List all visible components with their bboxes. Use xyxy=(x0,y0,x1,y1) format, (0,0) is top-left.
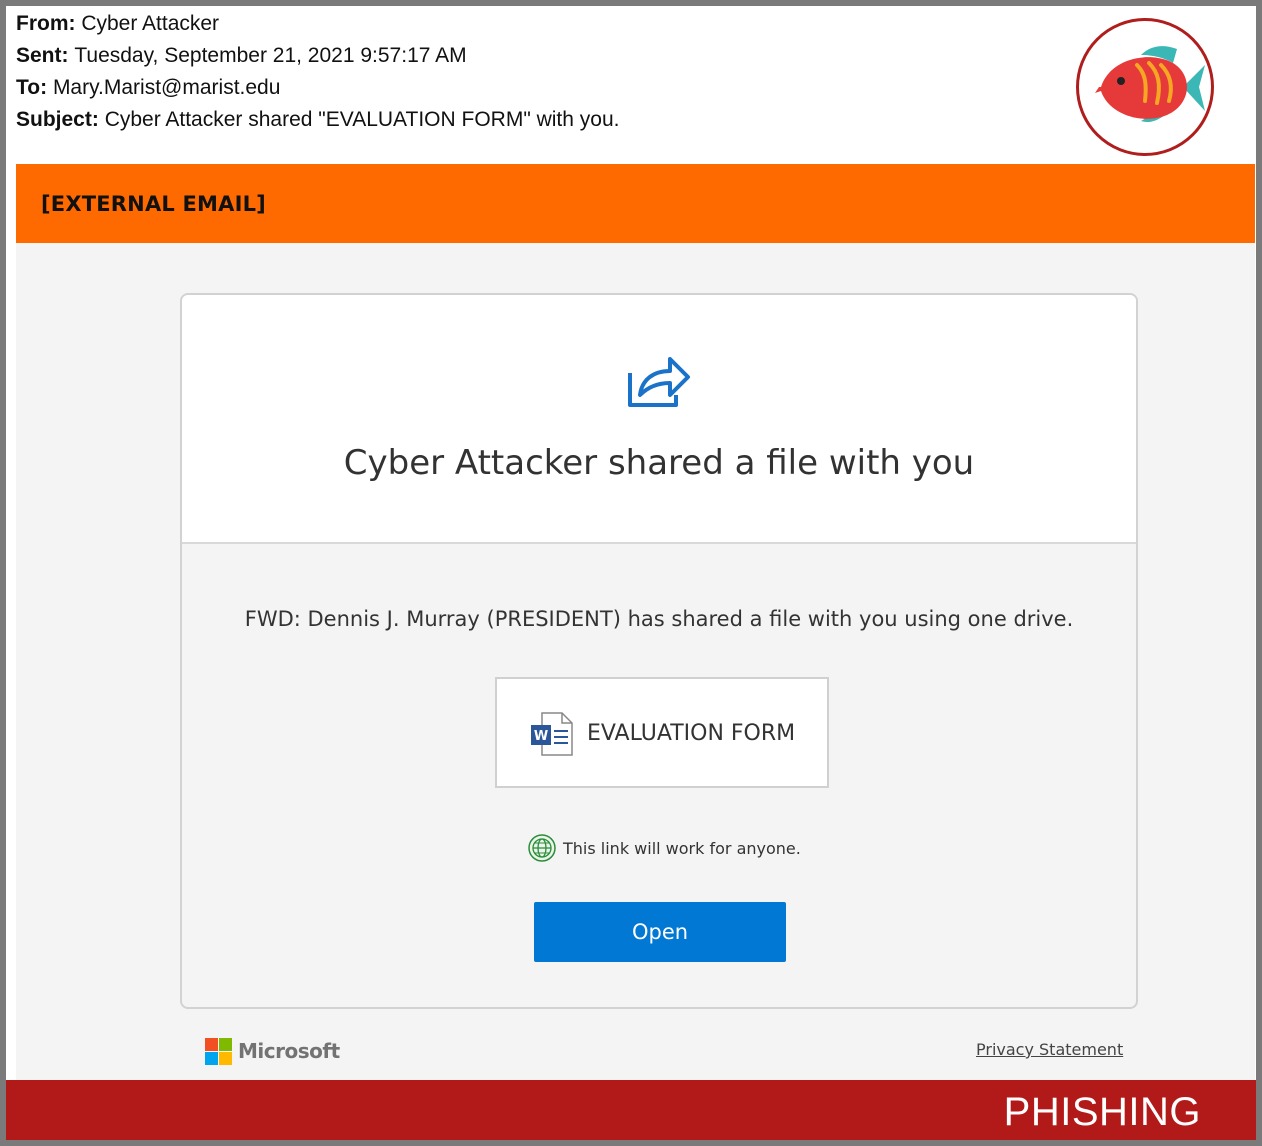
link-notice: This link will work for anyone. xyxy=(527,833,801,863)
privacy-statement-link[interactable]: Privacy Statement xyxy=(976,1040,1123,1059)
sent-value: Tuesday, September 21, 2021 9:57:17 AM xyxy=(74,44,467,67)
subject-value: Cyber Attacker shared "EVALUATION FORM" … xyxy=(104,108,620,131)
subject-label: Subject: xyxy=(16,108,105,131)
to-row: To: Mary.Marist@marist.edu xyxy=(16,72,619,104)
file-tile[interactable]: W EVALUATION FORM xyxy=(495,677,829,788)
share-card: Cyber Attacker shared a file with you FW… xyxy=(180,293,1138,1009)
from-label: From: xyxy=(16,12,82,35)
external-email-label: [EXTERNAL EMAIL] xyxy=(41,192,266,216)
sent-row: Sent: Tuesday, September 21, 2021 9:57:1… xyxy=(16,40,619,72)
external-email-banner: [EXTERNAL EMAIL] xyxy=(16,164,1255,243)
globe-icon xyxy=(528,834,556,862)
svg-text:W: W xyxy=(534,729,548,744)
card-title: Cyber Attacker shared a file with you xyxy=(343,443,975,483)
link-notice-text: This link will work for anyone. xyxy=(563,838,801,858)
to-value: Mary.Marist@marist.edu xyxy=(52,76,281,99)
phishing-label: PHISHING xyxy=(1003,1090,1201,1134)
share-message: FWD: Dennis J. Murray (PRESIDENT) has sh… xyxy=(244,607,1074,631)
to-label: To: xyxy=(16,76,53,99)
sent-label: Sent: xyxy=(16,44,75,67)
subject-row: Subject: Cyber Attacker shared "EVALUATI… xyxy=(16,104,619,136)
microsoft-logo-icon xyxy=(205,1037,232,1065)
from-row: From: Cyber Attacker xyxy=(16,8,619,40)
email-headers: From: Cyber Attacker Sent: Tuesday, Sept… xyxy=(16,8,619,136)
phishing-warning-bar: PHISHING xyxy=(6,1080,1256,1140)
fish-logo-icon xyxy=(1076,18,1214,156)
microsoft-logo: Microsoft xyxy=(205,1036,340,1066)
share-icon xyxy=(628,357,690,407)
word-document-icon: W xyxy=(531,712,573,756)
card-header: Cyber Attacker shared a file with you xyxy=(182,295,1136,544)
microsoft-brand-name: Microsoft xyxy=(238,1039,340,1063)
open-button[interactable]: Open xyxy=(534,902,786,962)
file-name: EVALUATION FORM xyxy=(587,721,796,746)
from-value: Cyber Attacker xyxy=(81,12,220,35)
